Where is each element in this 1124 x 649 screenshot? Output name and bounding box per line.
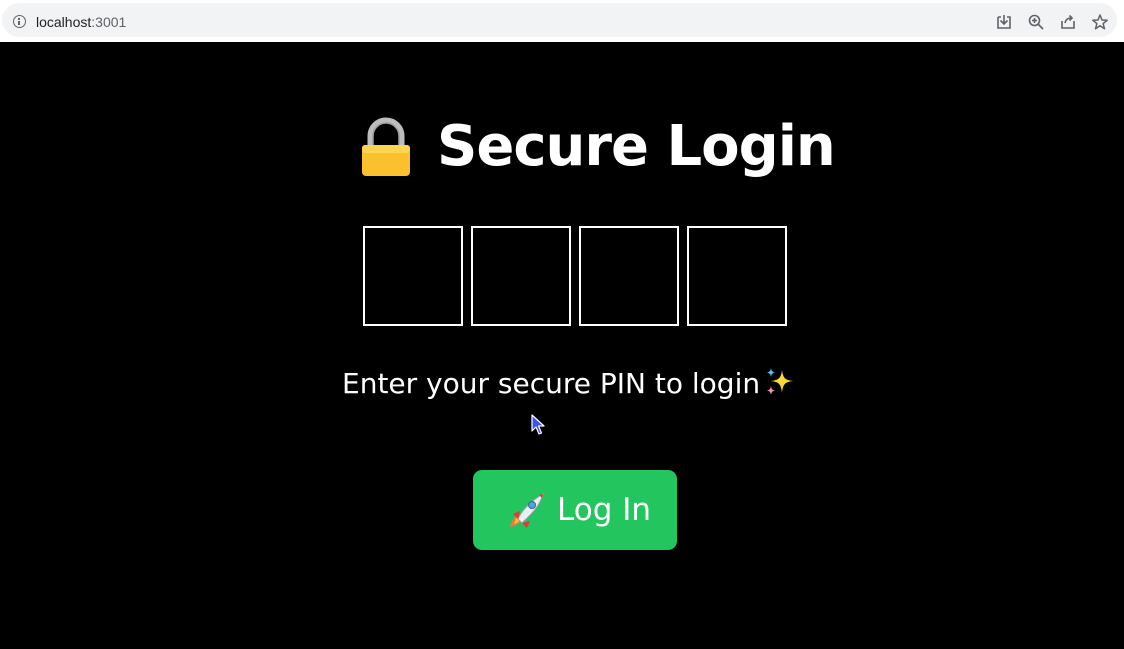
bookmark-star-icon[interactable] [1091, 13, 1109, 31]
page-title: Secure Login [437, 114, 836, 179]
install-icon[interactable] [995, 13, 1013, 31]
login-button[interactable]: Log In [473, 470, 677, 550]
lock-icon [362, 117, 410, 176]
pin-digit-2[interactable] [471, 226, 571, 326]
zoom-icon[interactable] [1027, 13, 1045, 31]
pin-prompt: Enter your secure PIN to login [342, 362, 796, 406]
url-host: localhost [36, 14, 92, 30]
login-button-label: Log In [557, 492, 652, 528]
pin-digit-4[interactable] [687, 226, 787, 326]
url-port: :3001 [91, 14, 127, 30]
info-icon[interactable] [13, 15, 26, 28]
login-page: Secure Login Enter your secure PIN to lo… [0, 42, 1124, 649]
sparkles-icon [767, 368, 794, 395]
rocket-icon [510, 492, 544, 528]
mouse-cursor-icon [531, 414, 545, 435]
pin-digit-1[interactable] [363, 226, 463, 326]
pin-prompt-text: Enter your secure PIN to login [342, 367, 761, 400]
share-icon[interactable] [1059, 13, 1077, 31]
address-bar[interactable]: localhost:3001 [2, 3, 1117, 37]
browser-toolbar: localhost:3001 [0, 0, 1124, 42]
pin-digit-3[interactable] [579, 226, 679, 326]
url-text[interactable]: localhost:3001 [36, 14, 126, 30]
pin-input-group [363, 226, 793, 326]
